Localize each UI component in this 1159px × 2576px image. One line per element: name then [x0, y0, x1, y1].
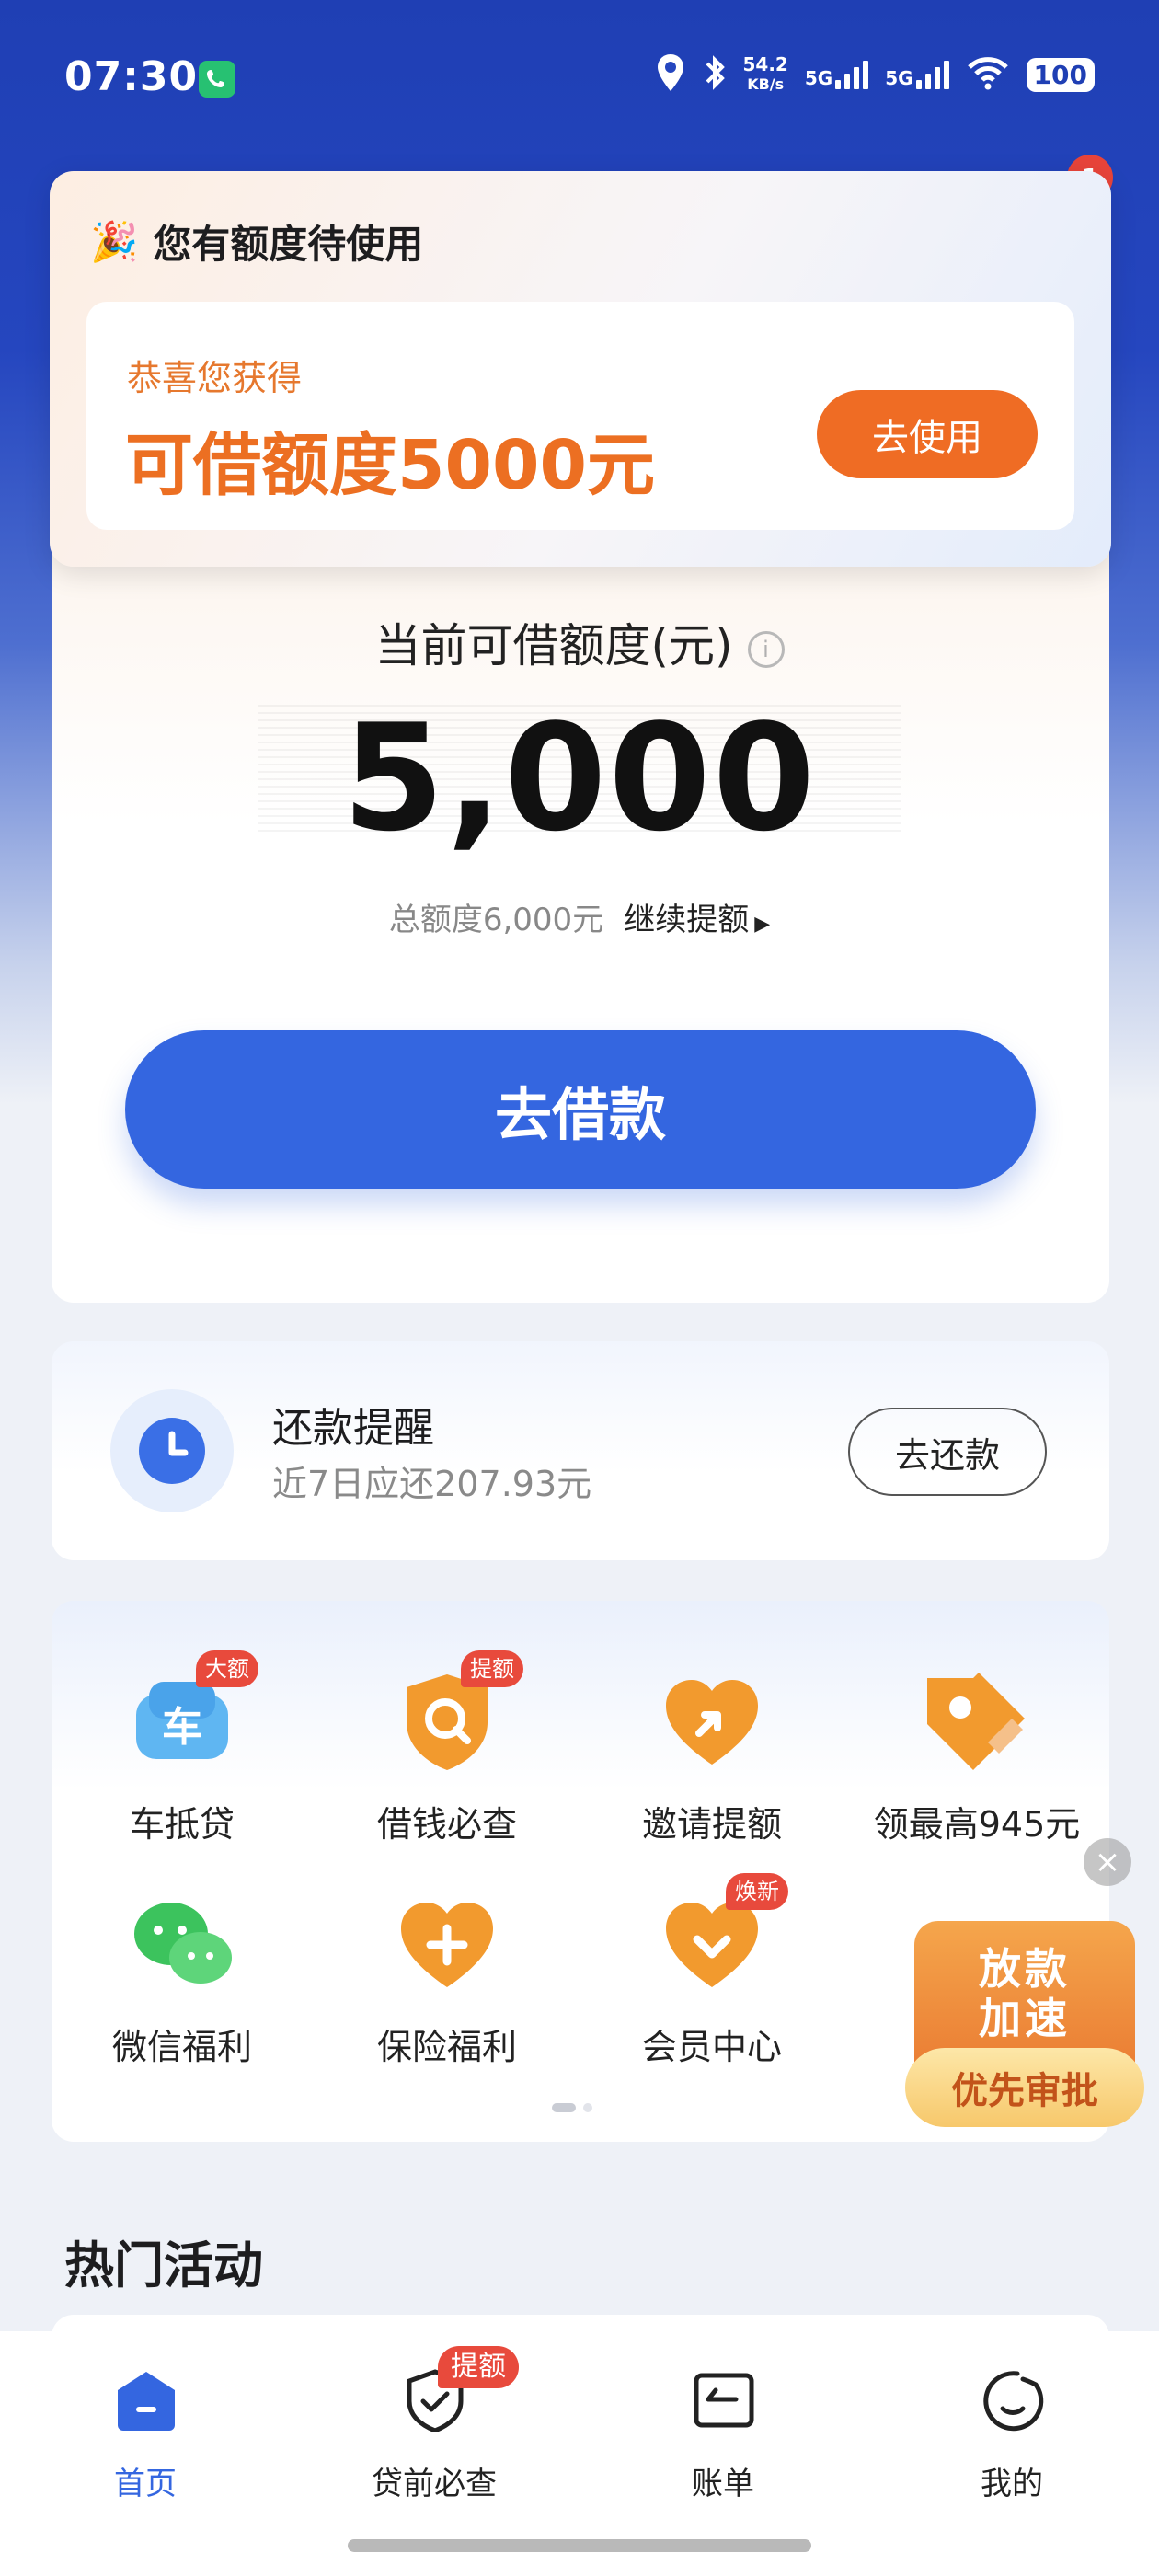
tab-label: 账单	[692, 2466, 754, 2502]
info-icon[interactable]: i	[747, 630, 785, 668]
service-tag: 提额	[461, 1650, 523, 1687]
total-credit-row: 总额度6,000元 继续提额 ▶	[0, 894, 1159, 939]
tab-pre-loan-check[interactable]: 提额 贷前必查	[333, 2346, 535, 2524]
page-dot-active	[552, 2103, 576, 2112]
available-credit-label-text: 当前可借额度(元)	[374, 619, 733, 673]
quota-popup: 🎉 您有额度待使用 恭喜您获得 可借额度5000元 去使用	[50, 171, 1111, 567]
sim1-signal: 5G	[804, 60, 869, 89]
repayment-reminder-card[interactable]: 还款提醒 近7日应还207.93元 去还款	[52, 1341, 1109, 1560]
repay-button[interactable]: 去还款	[848, 1408, 1047, 1496]
congrats-text: 恭喜您获得	[127, 358, 303, 398]
clock-icon	[110, 1389, 234, 1512]
available-credit-amount: 5,000	[341, 692, 818, 864]
page-indicator	[552, 2103, 592, 2112]
repayment-subtitle: 近7日应还207.93元	[272, 1464, 592, 1504]
tab-bill[interactable]: 账单	[622, 2368, 824, 2524]
service-label: 会员中心	[641, 2027, 782, 2067]
sim2-label: 5G	[885, 67, 913, 89]
service-invite[interactable]: 邀请提额	[579, 1669, 845, 1890]
use-quota-button[interactable]: 去使用	[817, 390, 1038, 478]
profile-icon	[981, 2368, 1045, 2432]
home-icon	[114, 2368, 178, 2432]
service-label: 保险福利	[376, 2027, 517, 2067]
tab-home[interactable]: 首页	[44, 2368, 247, 2524]
hot-activities-title: 热门活动	[64, 2237, 263, 2294]
service-label: 借钱必查	[376, 1804, 517, 1845]
ad-pill: 优先审批	[905, 2048, 1144, 2127]
tab-label: 贷前必查	[372, 2466, 497, 2502]
popup-header: 🎉 您有额度待使用	[90, 213, 423, 270]
call-active-icon	[199, 61, 235, 98]
network-speed-unit: KB/s	[747, 75, 785, 93]
quota-text: 可借额度5000元	[125, 426, 655, 505]
tab-tag: 提额	[438, 2346, 519, 2388]
insurance-heart-icon	[394, 1892, 500, 1998]
wifi-icon	[966, 54, 1010, 95]
invite-heart-icon	[659, 1669, 765, 1776]
battery-indicator: 100	[1026, 57, 1095, 92]
service-coupon[interactable]: 领最高945元	[843, 1669, 1110, 1890]
service-label: 车抵贷	[129, 1804, 235, 1845]
bill-icon	[692, 2368, 756, 2432]
network-speed-value: 54.2	[742, 53, 788, 75]
home-indicator[interactable]	[348, 2539, 811, 2552]
tab-label: 首页	[114, 2466, 177, 2502]
service-tag: 大额	[196, 1650, 258, 1687]
status-icons: 54.2 KB/s 5G 5G 100	[655, 52, 1095, 98]
ad-line-2: 加速	[979, 1994, 1071, 2043]
coupon-tag-icon	[924, 1669, 1030, 1776]
available-credit-label: 当前可借额度(元) i	[0, 609, 1159, 675]
tab-profile[interactable]: 我的	[911, 2368, 1113, 2524]
signal-bars-icon	[915, 60, 949, 89]
close-icon[interactable]: ×	[1084, 1838, 1131, 1886]
service-member-center[interactable]: 焕新 会员中心	[579, 1873, 845, 2112]
raise-credit-link[interactable]: 继续提额	[624, 902, 749, 938]
service-insurance[interactable]: 保险福利	[314, 1892, 580, 2112]
service-label: 领最高945元	[873, 1804, 1081, 1845]
page-dot	[583, 2103, 592, 2112]
status-time: 07:30	[64, 53, 199, 100]
sim1-label: 5G	[804, 67, 833, 89]
service-label: 邀请提额	[641, 1804, 782, 1845]
party-popper-icon: 🎉	[90, 218, 139, 264]
service-wechat[interactable]: 微信福利	[49, 1892, 316, 2112]
tab-label: 我的	[981, 2466, 1043, 2502]
service-tag: 焕新	[726, 1873, 788, 1910]
borrow-button[interactable]: 去借款	[125, 1030, 1036, 1189]
bluetooth-icon	[703, 52, 727, 97]
sim2-signal: 5G	[885, 60, 949, 89]
popup-content: 恭喜您获得 可借额度5000元 去使用	[86, 302, 1074, 530]
popup-title: 您有额度待使用	[153, 222, 424, 267]
wechat-icon	[129, 1892, 235, 1998]
location-icon	[655, 52, 686, 97]
fast-loan-float-ad[interactable]: 放款 加速 优先审批	[905, 1903, 1144, 2133]
caret-right-icon[interactable]: ▶	[754, 913, 770, 936]
repayment-title: 还款提醒	[272, 1405, 434, 1452]
service-car-loan[interactable]: 车 大额 车抵贷	[49, 1650, 316, 1890]
total-credit: 总额度6,000元	[388, 902, 604, 938]
svg-text:车: 车	[162, 1704, 202, 1751]
signal-bars-icon	[835, 60, 869, 89]
service-loan-check[interactable]: 提额 借钱必查	[314, 1650, 580, 1890]
status-bar: 07:30 54.2 KB/s 5G 5G 100	[0, 0, 1159, 156]
service-label: 微信福利	[111, 2027, 252, 2067]
network-speed: 54.2 KB/s	[743, 54, 788, 95]
